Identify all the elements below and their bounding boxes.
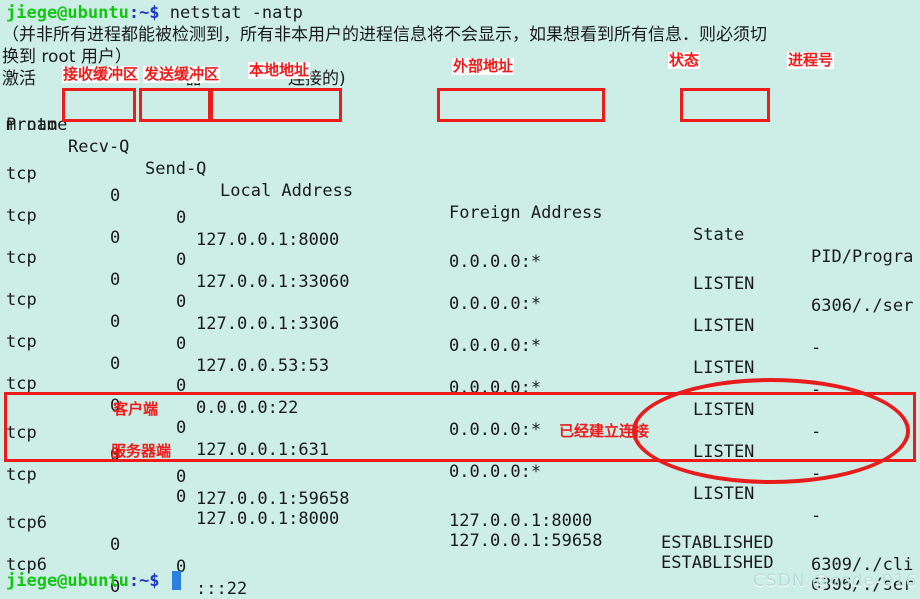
cell-pid: - (811, 506, 822, 526)
cell-foreign: 0.0.0.0:* (449, 294, 542, 314)
notice-line-1: （并非所有进程都能被检测到，所有非本用户的进程信息将不会显示，如果想看到所有信息… (2, 25, 767, 45)
cell-state: LISTEN (693, 442, 755, 462)
cell-sendq: 0 (176, 467, 187, 487)
annotation-state: 状态 (668, 51, 701, 69)
prompt-path: :~$ (128, 571, 160, 591)
cell-local: 127.0.0.1:8000 (196, 230, 340, 250)
cell-proto: tcp (6, 374, 37, 394)
header-pid: PID/Progra (811, 247, 914, 267)
cell-foreign: 0.0.0.0:* (449, 462, 542, 482)
notice-line-3-prefix: 激活 (2, 69, 36, 89)
cell-proto: tcp (6, 465, 37, 485)
highlight-box-recvq (62, 88, 136, 122)
cell-state: LISTEN (693, 358, 755, 378)
annotation-established: 已经建立连接 (559, 422, 650, 440)
highlight-ellipse-established (632, 378, 910, 484)
cell-proto: tcp6 (6, 513, 47, 533)
cell-pid: - (811, 464, 822, 484)
cell-pid: - (811, 380, 822, 400)
cell-sendq: 0 (176, 292, 187, 312)
annotation-client: 客户端 (113, 400, 159, 418)
header-pid-wrap: m name (6, 115, 68, 135)
cell-sendq: 0 (176, 250, 187, 270)
cell-foreign: 0.0.0.0:* (449, 252, 542, 272)
command-line: jiege@ubuntu:~$ netstat -natp (6, 2, 303, 24)
annotation-server: 服务器端 (111, 442, 172, 460)
cell-local: 127.0.0.53:53 (196, 356, 330, 376)
header-state: State (693, 225, 745, 245)
cell-state: LISTEN (693, 400, 755, 420)
cell-proto: tcp (6, 248, 37, 268)
prompt-user: jiege@ubuntu (6, 3, 129, 23)
annotation-foreign-address: 外部地址 (452, 57, 515, 75)
cell-pid: - (811, 338, 822, 358)
cell-foreign: 127.0.0.1:8000 (449, 511, 593, 531)
cell-foreign: 0.0.0.0:* (449, 336, 542, 356)
cell-local: :::22 (196, 579, 248, 599)
cell-sendq: 0 (176, 487, 187, 507)
cell-state: LISTEN (693, 484, 755, 504)
text-cursor[interactable] (172, 571, 181, 590)
header-local: Local Address (220, 181, 354, 201)
header-foreign: Foreign Address (449, 203, 603, 223)
cell-local: 127.0.0.1:8000 (196, 509, 340, 529)
cell-local: 127.0.0.1:33060 (196, 272, 350, 292)
cell-local: 0.0.0.0:22 (196, 398, 299, 418)
cell-foreign: 127.0.0.1:59658 (449, 531, 603, 551)
highlight-box-local-address (210, 88, 342, 122)
annotation-send-buffer: 发送缓冲区 (143, 65, 221, 83)
cell-sendq: 0 (176, 208, 187, 228)
cell-foreign: 0.0.0.0:* (449, 378, 542, 398)
cell-local: 127.0.0.1:631 (196, 440, 330, 460)
cell-proto: tcp (6, 206, 37, 226)
cell-foreign: 0.0.0.0:* (449, 420, 542, 440)
cell-recvq: 0 (110, 228, 121, 248)
header-recvq: Recv-Q (68, 137, 130, 157)
final-prompt-line: jiege@ubuntu:~$ (6, 570, 160, 592)
prompt-path: :~$ (128, 3, 160, 23)
annotation-process-id: 进程号 (787, 51, 835, 69)
cell-proto: tcp (6, 423, 37, 443)
cell-recvq: 0 (110, 186, 121, 206)
cell-pid: - (811, 422, 822, 442)
cell-proto: tcp (6, 332, 37, 352)
highlight-box-sendq (139, 88, 211, 122)
cell-sendq: 0 (176, 418, 187, 438)
command-text: netstat -natp (159, 3, 303, 23)
terminal-window: jiege@ubuntu:~$ netstat -natp （并非所有进程都能被… (0, 0, 920, 599)
header-sendq: Send-Q (145, 159, 207, 179)
prompt-user: jiege@ubuntu (6, 571, 129, 591)
watermark: CSDN @code-016 (753, 571, 918, 591)
cell-proto: tcp (6, 290, 37, 310)
annotation-local-address: 本地地址 (248, 61, 311, 79)
cell-state: ESTABLISHED (661, 533, 774, 553)
cell-state: LISTEN (693, 316, 755, 336)
cell-sendq: 0 (176, 334, 187, 354)
cell-recvq: 0 (110, 270, 121, 290)
highlight-box-state (680, 88, 770, 122)
cell-recvq: 0 (110, 354, 121, 374)
annotation-recv-buffer: 接收缓冲区 (62, 65, 140, 83)
cell-sendq: 0 (176, 376, 187, 396)
cell-state: LISTEN (693, 274, 755, 294)
cell-proto: tcp (6, 164, 37, 184)
highlight-box-foreign-address (437, 88, 605, 122)
cell-local: 127.0.0.1:3306 (196, 314, 340, 334)
cell-local: 127.0.0.1:59658 (196, 489, 350, 509)
cell-pid: 6306/./ser (811, 296, 914, 316)
cell-recvq: 0 (110, 312, 121, 332)
cell-recvq: 0 (110, 535, 121, 555)
